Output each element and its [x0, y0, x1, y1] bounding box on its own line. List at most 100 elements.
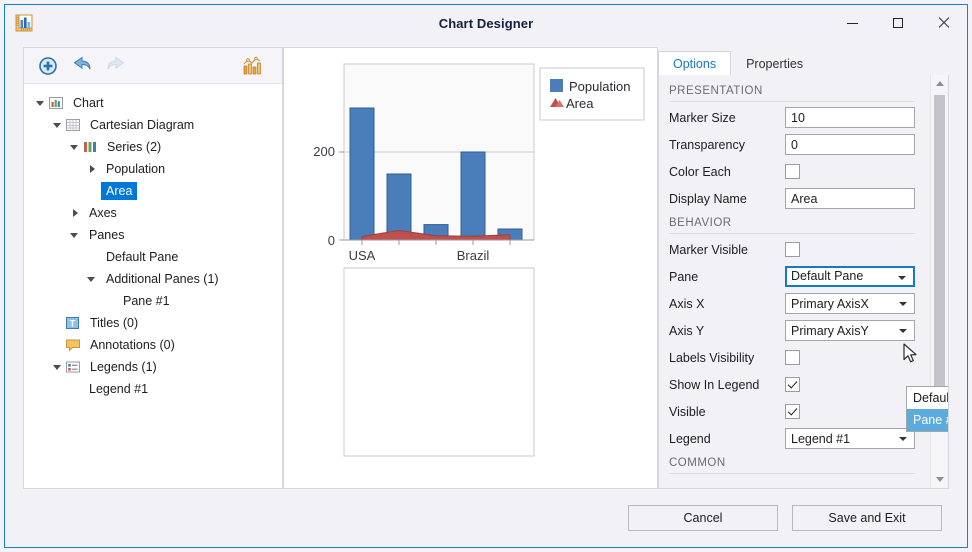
section-header-common: COMMON: [669, 457, 915, 474]
tree-item-titles-0[interactable]: T Titles (0): [24, 312, 282, 334]
cancel-button[interactable]: Cancel: [628, 505, 778, 531]
option-label-marker-size: Marker Size: [669, 110, 736, 125]
tree-item-label: Titles (0): [90, 316, 139, 330]
chevron-down-icon: [898, 276, 906, 280]
window-controls: [829, 5, 967, 41]
pane-dropdown-popup[interactable]: Default PanePane #1: [906, 386, 948, 432]
tree-toggle-collapsed-icon[interactable]: [85, 184, 99, 198]
combobox-axis-x[interactable]: Primary AxisX: [785, 293, 915, 314]
chart-legend: Population Area: [539, 67, 645, 121]
close-button[interactable]: [921, 5, 967, 41]
tree-item-cartesian-diagram[interactable]: Cartesian Diagram: [24, 114, 282, 136]
x-tick-usa: USA: [349, 248, 376, 263]
combobox-value-axis-y: Primary AxisY: [791, 324, 869, 338]
add-button[interactable]: [34, 53, 62, 79]
option-label-axis-x: Axis X: [669, 296, 705, 311]
tree-item-series-2[interactable]: Series (2): [24, 136, 282, 158]
tree-toggle-collapsed-icon[interactable]: [68, 206, 82, 220]
tree-item-legend-1[interactable]: Legend #1: [24, 378, 282, 400]
scrollbar-thumb[interactable]: [934, 95, 945, 413]
option-label-axis-y: Axis Y: [669, 323, 705, 338]
tree-item-area[interactable]: Area: [24, 180, 282, 202]
minimize-icon: [846, 22, 858, 24]
dropdown-option-pane-1[interactable]: Pane #1: [907, 409, 948, 431]
tab-options[interactable]: Options: [658, 51, 732, 77]
maximize-button[interactable]: [875, 5, 921, 41]
option-row-legend: Legend Legend #1: [669, 426, 930, 451]
tree-item-label: Area: [101, 182, 138, 200]
app-icon: [13, 12, 35, 34]
combobox-pane[interactable]: Default Pane: [785, 266, 915, 287]
annotation-icon: [65, 337, 81, 353]
tree-toggle-expanded-icon[interactable]: [51, 360, 65, 374]
tree-toggle-expanded-icon[interactable]: [68, 140, 82, 154]
tree-toggle-expanded-icon[interactable]: [85, 272, 99, 286]
option-row-display-name: Display Name Area: [669, 186, 930, 211]
options-panel: Options Properties PRESENTATION Marker Siz…: [658, 47, 949, 489]
option-label-color-each: Color Each: [669, 164, 731, 179]
tree-toggle-expanded-icon[interactable]: [51, 118, 65, 132]
tree-item-axes[interactable]: Axes: [24, 202, 282, 224]
y-tick-0: 0: [328, 233, 335, 248]
tree-item-legends-1[interactable]: Legends (1): [24, 356, 282, 378]
option-label-visible: Visible: [669, 404, 706, 419]
option-label-marker-visible: Marker Visible: [669, 242, 748, 257]
tree-item-chart[interactable]: Chart: [24, 92, 282, 114]
tree-item-default-pane[interactable]: Default Pane: [24, 246, 282, 268]
option-row-marker-size: Marker Size 10: [669, 105, 930, 130]
input-display-name[interactable]: Area: [785, 188, 915, 209]
tab-properties[interactable]: Properties: [731, 51, 818, 76]
tree-toggle-expanded-icon[interactable]: [68, 228, 82, 242]
combobox-axis-y[interactable]: Primary AxisY: [785, 320, 915, 341]
panel-tabs[interactable]: Options Properties: [658, 47, 949, 77]
tree-item-label: Legends (1): [90, 360, 157, 374]
input-marker-size[interactable]: 10: [785, 107, 915, 128]
chevron-down-icon: [899, 329, 907, 333]
chart-svg: 200 0 USA Brazil Population Area: [313, 63, 645, 457]
checkbox-show-in-legend[interactable]: [785, 377, 800, 392]
checkbox-visible[interactable]: [785, 404, 800, 419]
chart-wizard-button[interactable]: [238, 53, 266, 79]
option-label-transparency: Transparency: [669, 137, 745, 152]
undo-button[interactable]: [68, 53, 96, 79]
checkbox-labels-visibility[interactable]: [785, 350, 800, 365]
tree-item-annotations-0[interactable]: Annotations (0): [24, 334, 282, 356]
option-row-show-in-legend: Show In Legend: [669, 372, 930, 397]
window-content: Chart Cartesian Diagram Series (2) Populati…: [5, 41, 967, 547]
combobox-value-axis-x: Primary AxisX: [791, 297, 869, 311]
x-tick-brazil: Brazil: [457, 248, 490, 263]
add-circle-icon: [39, 56, 57, 75]
tree-item-pane-1[interactable]: Pane #1: [24, 290, 282, 312]
checkbox-marker-visible[interactable]: [785, 242, 800, 257]
title-bar: Chart Designer: [5, 5, 967, 41]
tree-item-additional-panes-1[interactable]: Additional Panes (1): [24, 268, 282, 290]
tree-item-label: Axes: [89, 206, 117, 220]
save-and-exit-button[interactable]: Save and Exit: [792, 505, 942, 531]
combobox-legend[interactable]: Legend #1: [785, 428, 915, 449]
chart-preview[interactable]: 200 0 USA Brazil Population Area: [292, 56, 649, 480]
chart-element-tree[interactable]: Chart Cartesian Diagram Series (2) Populati…: [24, 84, 282, 488]
option-label-labels-visibility: Labels Visibility: [669, 350, 755, 365]
tree-toggle-collapsed-icon[interactable]: [85, 162, 99, 176]
checkbox-color-each[interactable]: [785, 164, 800, 179]
scroll-up-button[interactable]: [931, 75, 948, 92]
tree-toggle-expanded-icon[interactable]: [34, 96, 48, 110]
tree-item-population[interactable]: Population: [24, 158, 282, 180]
minimize-button[interactable]: [829, 5, 875, 41]
option-label-pane: Pane: [669, 269, 699, 284]
scroll-down-button[interactable]: [931, 471, 948, 488]
tree-item-panes[interactable]: Panes: [24, 224, 282, 246]
tree-item-label: Default Pane: [106, 250, 179, 264]
grid-icon: [65, 117, 81, 133]
dropdown-option-default-pane[interactable]: Default Pane: [907, 387, 948, 409]
chart-wizard-icon: [243, 56, 261, 74]
dialog-footer: Cancel Save and Exit: [5, 491, 967, 547]
maximize-icon: [893, 18, 903, 28]
options-body: PRESENTATION Marker Size 10 Transparency 0 Co…: [658, 75, 949, 489]
option-row-marker-visible: Marker Visible: [669, 237, 930, 262]
input-transparency[interactable]: 0: [785, 134, 915, 155]
tree-item-label: Cartesian Diagram: [90, 118, 195, 132]
